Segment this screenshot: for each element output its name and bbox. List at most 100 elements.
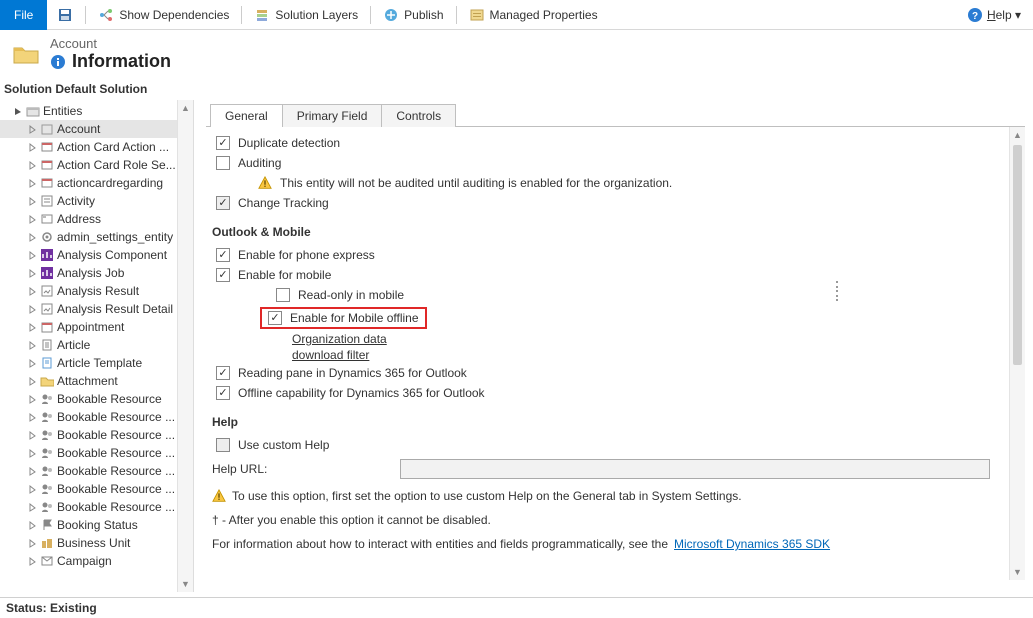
tree-item-icon: [40, 446, 54, 460]
readonly-mobile-checkbox[interactable]: [276, 288, 290, 302]
tree-item-label: Appointment: [57, 320, 124, 334]
enable-mobile-checkbox[interactable]: [216, 268, 230, 282]
publish-button[interactable]: Publish: [373, 0, 453, 29]
scroll-up-icon[interactable]: ▲: [1010, 127, 1025, 143]
reading-pane-checkbox[interactable]: [216, 366, 230, 380]
sdk-link[interactable]: Microsoft Dynamics 365 SDK: [674, 537, 830, 551]
managed-props-icon: [469, 7, 485, 23]
tree-item-label: Article: [57, 338, 90, 352]
enable-mobile-label: Enable for mobile: [238, 268, 331, 282]
page-title: Information: [72, 51, 171, 72]
tree-item-label: Address: [57, 212, 101, 226]
tree-item-8[interactable]: Analysis Job: [0, 264, 193, 282]
tree-item-label: Activity: [57, 194, 95, 208]
tree-item-15[interactable]: Bookable Resource: [0, 390, 193, 408]
tree-item-22[interactable]: Booking Status: [0, 516, 193, 534]
help-label: Help ▾: [987, 8, 1021, 22]
tree-item-19[interactable]: Bookable Resource ...: [0, 462, 193, 480]
tree-item-label: Bookable Resource ...: [57, 428, 175, 442]
tree-item-label: Bookable Resource ...: [57, 482, 175, 496]
mobile-offline-checkbox[interactable]: [268, 311, 282, 325]
tree-item-icon: [40, 554, 54, 568]
tree-item-0[interactable]: Account: [0, 120, 193, 138]
tree-item-10[interactable]: Analysis Result Detail: [0, 300, 193, 318]
tree-item-21[interactable]: Bookable Resource ...: [0, 498, 193, 516]
tree-item-14[interactable]: Attachment: [0, 372, 193, 390]
tree-item-icon: [40, 212, 54, 226]
offline-capability-checkbox[interactable]: [216, 386, 230, 400]
help-icon: ?: [967, 7, 983, 23]
scroll-up-icon[interactable]: ▲: [178, 100, 193, 116]
tree-root-entities[interactable]: Entities: [0, 102, 193, 120]
org-data-filter-link[interactable]: Organization datadownload filter: [292, 332, 387, 362]
tree-item-label: admin_settings_entity: [57, 230, 173, 244]
tree-item-icon: [40, 482, 54, 496]
solution-label: Solution Default Solution: [0, 82, 1033, 100]
tree-item-9[interactable]: Analysis Result: [0, 282, 193, 300]
mobile-offline-label: Enable for Mobile offline: [290, 311, 419, 325]
scroll-down-icon[interactable]: ▼: [178, 576, 193, 592]
auditing-label: Auditing: [238, 156, 281, 170]
show-dependencies-button[interactable]: Show Dependencies: [88, 0, 239, 29]
managed-properties-button[interactable]: Managed Properties: [459, 0, 608, 29]
use-custom-help-checkbox[interactable]: [216, 438, 230, 452]
tree-item-icon: [40, 428, 54, 442]
tree-item-icon: [40, 356, 54, 370]
svg-text:?: ?: [972, 11, 978, 22]
tree-item-2[interactable]: Action Card Role Se...: [0, 156, 193, 174]
tree-item-label: Business Unit: [57, 536, 130, 550]
tab-primary-field[interactable]: Primary Field: [282, 104, 383, 127]
tree-item-icon: [40, 302, 54, 316]
entity-name: Account: [50, 36, 171, 51]
save-button[interactable]: [47, 0, 83, 29]
duplicate-detection-label: Duplicate detection: [238, 136, 340, 150]
tree-item-label: Campaign: [57, 554, 112, 568]
tree-item-icon: [40, 536, 54, 550]
scroll-down-icon[interactable]: ▼: [1010, 564, 1025, 580]
phone-express-label: Enable for phone express: [238, 248, 375, 262]
tree-item-label: Bookable Resource ...: [57, 446, 175, 460]
tree-item-6[interactable]: admin_settings_entity: [0, 228, 193, 246]
tree-item-11[interactable]: Appointment: [0, 318, 193, 336]
content-scrollbar[interactable]: ▲ ▼: [1009, 127, 1025, 580]
scroll-thumb[interactable]: [1013, 145, 1022, 365]
tree-item-label: Attachment: [57, 374, 118, 388]
tree-item-17[interactable]: Bookable Resource ...: [0, 426, 193, 444]
help-url-input[interactable]: [400, 459, 990, 479]
solution-layers-button[interactable]: Solution Layers: [244, 0, 368, 29]
tree-item-24[interactable]: Campaign: [0, 552, 193, 570]
reading-pane-label: Reading pane in Dynamics 365 for Outlook: [238, 366, 467, 380]
tree-item-23[interactable]: Business Unit: [0, 534, 193, 552]
audit-warning-text: This entity will not be audited until au…: [280, 176, 672, 190]
auditing-checkbox[interactable]: [216, 156, 230, 170]
tree-item-label: Bookable Resource ...: [57, 464, 175, 478]
tree-item-7[interactable]: Analysis Component: [0, 246, 193, 264]
tree-item-3[interactable]: actioncardregarding: [0, 174, 193, 192]
tree-item-18[interactable]: Bookable Resource ...: [0, 444, 193, 462]
tree-scrollbar[interactable]: ▲ ▼: [177, 100, 193, 592]
tab-general[interactable]: General: [210, 104, 283, 127]
help-url-label: Help URL:: [212, 462, 392, 476]
duplicate-detection-checkbox[interactable]: [216, 136, 230, 150]
navigation-tree[interactable]: EntitiesAccountAction Card Action ...Act…: [0, 100, 194, 592]
tree-item-label: Article Template: [57, 356, 142, 370]
dagger-note: † - After you enable this option it cann…: [212, 513, 1019, 527]
change-tracking-checkbox[interactable]: [216, 196, 230, 210]
phone-express-checkbox[interactable]: [216, 248, 230, 262]
tree-item-16[interactable]: Bookable Resource ...: [0, 408, 193, 426]
tree-item-icon: [40, 176, 54, 190]
tree-item-1[interactable]: Action Card Action ...: [0, 138, 193, 156]
tree-item-label: Analysis Result: [57, 284, 139, 298]
tree-item-4[interactable]: Activity: [0, 192, 193, 210]
tree-item-icon: [40, 464, 54, 478]
tree-item-icon: [40, 122, 54, 136]
file-menu-button[interactable]: File: [0, 0, 47, 30]
tree-item-20[interactable]: Bookable Resource ...: [0, 480, 193, 498]
outlook-mobile-heading: Outlook & Mobile: [212, 225, 1019, 239]
help-button[interactable]: ? Help ▾: [967, 7, 1033, 23]
tree-item-5[interactable]: Address: [0, 210, 193, 228]
tree-item-12[interactable]: Article: [0, 336, 193, 354]
tree-item-13[interactable]: Article Template: [0, 354, 193, 372]
tab-controls[interactable]: Controls: [381, 104, 456, 127]
tree-item-icon: [40, 320, 54, 334]
